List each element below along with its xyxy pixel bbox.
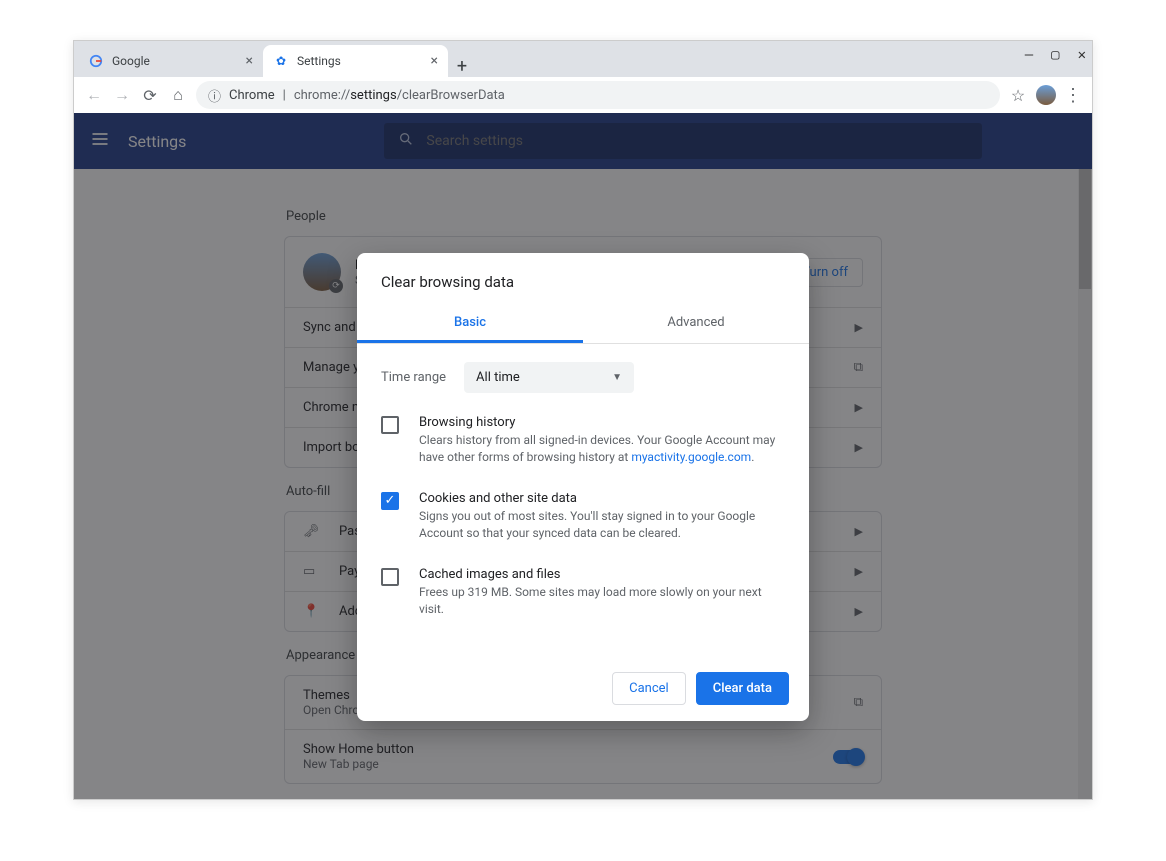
url-host: settings (350, 88, 396, 103)
url-scheme: chrome:// (294, 88, 350, 103)
history-checkbox[interactable] (381, 416, 399, 434)
tab-advanced[interactable]: Advanced (583, 305, 809, 343)
omnibox-chip: Chrome (229, 88, 275, 103)
url-path: /clearBrowserData (397, 88, 505, 103)
time-range-select[interactable]: All time ▼ (464, 362, 634, 393)
kebab-menu-icon[interactable]: ⋮ (1064, 85, 1082, 106)
viewport: Settings People David Gwyer (74, 113, 1092, 799)
option-desc: Frees up 319 MB. Some sites may load mor… (419, 584, 785, 619)
reload-button[interactable]: ⟳ (140, 85, 160, 105)
chrome-window: — ▢ ✕ Google × ✿ Settings × + ← → ⟳ ⌂ ⓘ … (73, 40, 1093, 800)
dialog-tabs: Basic Advanced (357, 305, 809, 344)
dialog-title: Clear browsing data (357, 273, 809, 305)
close-window-button[interactable]: ✕ (1078, 47, 1086, 63)
tab-settings[interactable]: ✿ Settings × (263, 45, 448, 77)
modal-overlay: Clear browsing data Basic Advanced Time … (74, 113, 1092, 799)
toolbar: ← → ⟳ ⌂ ⓘ Chrome | chrome://settings/cle… (74, 77, 1092, 113)
omnibox[interactable]: ⓘ Chrome | chrome://settings/clearBrowse… (196, 81, 1000, 109)
time-range-label: Time range (381, 370, 446, 385)
clear-browsing-dialog: Clear browsing data Basic Advanced Time … (357, 253, 809, 721)
home-button[interactable]: ⌂ (168, 85, 188, 105)
maximize-button[interactable]: ▢ (1051, 47, 1059, 63)
profile-avatar[interactable] (1036, 85, 1056, 105)
forward-button[interactable]: → (112, 85, 132, 105)
back-button[interactable]: ← (84, 85, 104, 105)
option-desc: Clears history from all signed-in device… (419, 432, 785, 467)
myactivity-link[interactable]: myactivity.google.com (631, 450, 751, 464)
time-range-row: Time range All time ▼ (381, 362, 785, 393)
close-tab-icon[interactable]: × (246, 53, 253, 69)
history-option: Browsing history Clears history from all… (381, 415, 785, 467)
cache-option: Cached images and files Frees up 319 MB.… (381, 567, 785, 619)
minimize-button[interactable]: — (1025, 47, 1033, 63)
cancel-button[interactable]: Cancel (612, 672, 686, 705)
new-tab-button[interactable]: + (448, 56, 476, 77)
omnibox-divider: | (283, 88, 286, 103)
bookmark-icon[interactable]: ☆ (1008, 85, 1028, 105)
tab-title: Settings (297, 54, 341, 68)
cookies-checkbox[interactable]: ✓ (381, 492, 399, 510)
select-value: All time (476, 370, 520, 385)
clear-data-button[interactable]: Clear data (696, 672, 789, 705)
option-title: Browsing history (419, 415, 785, 430)
site-info-icon: ⓘ (208, 86, 221, 105)
option-title: Cached images and files (419, 567, 785, 582)
tab-basic[interactable]: Basic (357, 305, 583, 343)
option-desc: Signs you out of most sites. You'll stay… (419, 508, 785, 543)
tab-strip: Google × ✿ Settings × + (74, 41, 1092, 77)
settings-favicon-icon: ✿ (273, 53, 289, 69)
tab-google[interactable]: Google × (78, 45, 263, 77)
cookies-option: ✓ Cookies and other site data Signs you … (381, 491, 785, 543)
close-tab-icon[interactable]: × (431, 53, 438, 69)
option-title: Cookies and other site data (419, 491, 785, 506)
cache-checkbox[interactable] (381, 568, 399, 586)
tab-title: Google (112, 54, 150, 68)
chevron-down-icon: ▼ (612, 372, 622, 383)
google-favicon-icon (88, 53, 104, 69)
